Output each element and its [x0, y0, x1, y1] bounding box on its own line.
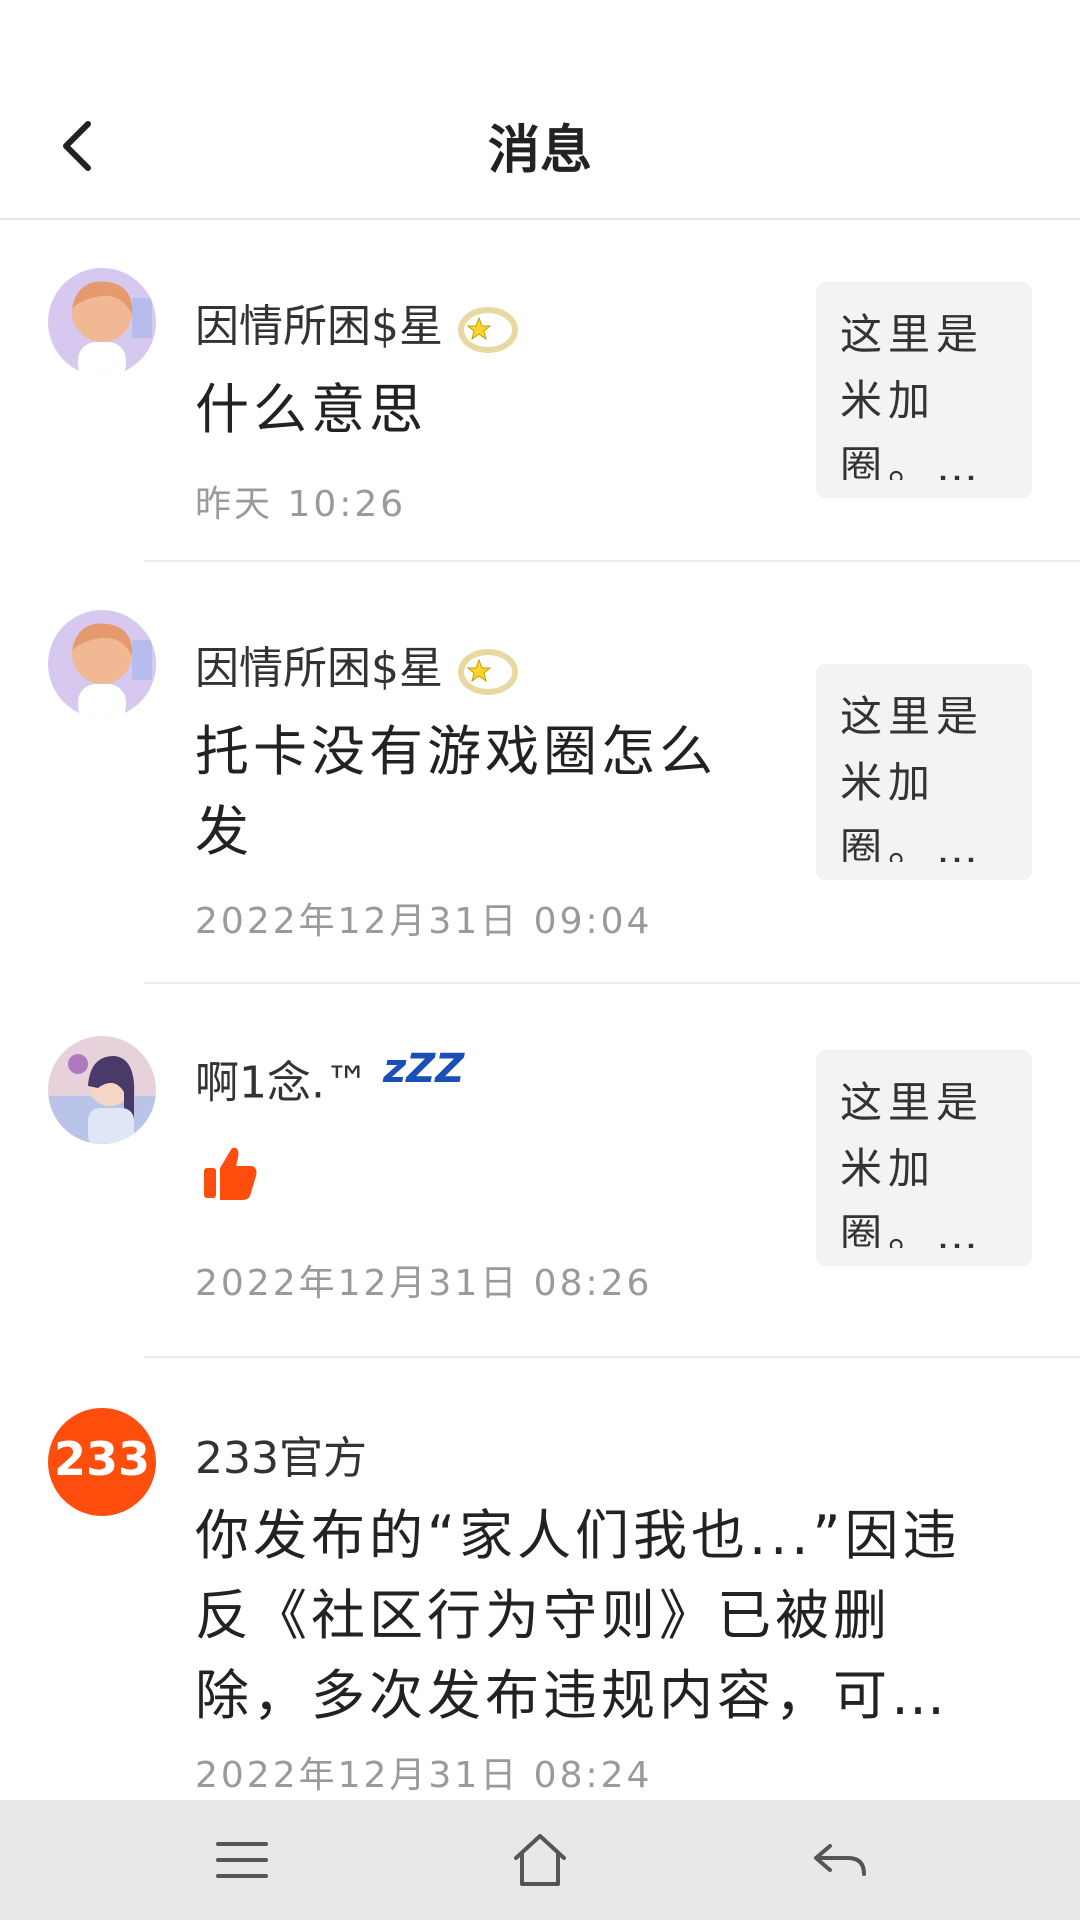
- message-text: 托卡没有游戏圈怎么发: [195, 720, 717, 863]
- message-text: 你发布的“家人们我也...”因违反《社区行为守则》已被删除，多次发布违规内容，可…: [195, 1504, 961, 1727]
- avatar-text: 233: [53, 1432, 151, 1486]
- system-nav-bar: [0, 1800, 1080, 1920]
- zzz-emoji: zZZ: [382, 1046, 465, 1092]
- sender-name: 因情所困$星: [195, 290, 519, 354]
- sender-name: 233官方: [195, 1433, 367, 1484]
- halo-star-icon: [458, 649, 518, 695]
- home-button[interactable]: [508, 1828, 572, 1892]
- message-list[interactable]: 因情所困$星 什么意思 昨天 10:26 这里是米加圈。… 因情所困$星 托卡没…: [0, 220, 1080, 1800]
- avatar[interactable]: [48, 268, 156, 376]
- list-item[interactable]: 因情所困$星 什么意思 昨天 10:26 这里是米加圈。…: [0, 220, 1080, 562]
- avatar[interactable]: [48, 610, 156, 718]
- post-thumbnail[interactable]: 这里是米加圈。…: [816, 664, 1032, 880]
- timestamp: 昨天 10:26: [195, 484, 407, 525]
- sender-name: 啊1念.™ zZZ: [195, 1046, 465, 1109]
- home-icon: [514, 1834, 566, 1886]
- menu-icon: [216, 1842, 268, 1878]
- timestamp: 2022年12月31日 09:04: [195, 901, 653, 942]
- timestamp: 2022年12月31日 08:24: [195, 1755, 653, 1796]
- message-text: 什么意思: [195, 378, 427, 441]
- avatar[interactable]: 233: [48, 1408, 156, 1516]
- nav-back-button[interactable]: [808, 1828, 872, 1892]
- sender-name: 因情所困$星: [195, 632, 519, 696]
- post-thumbnail[interactable]: 这里是米加圈。…: [816, 1050, 1032, 1266]
- halo-star-icon: [458, 307, 518, 353]
- list-item[interactable]: 233 233官方 你发布的“家人们我也...”因违反《社区行为守则》已被删除，…: [0, 1358, 1080, 1800]
- list-item[interactable]: 啊1念.™ zZZ 2022年12月31日 08:26 这里是米加圈。…: [0, 984, 1080, 1358]
- return-icon: [814, 1844, 866, 1876]
- thumbnail-text: 这里是米加圈。…: [840, 1078, 985, 1248]
- header: 消息: [0, 0, 1080, 220]
- menu-button[interactable]: [210, 1828, 274, 1892]
- thumbs-up-icon: [200, 1142, 260, 1206]
- thumbnail-text: 这里是米加圈。…: [840, 310, 985, 480]
- page-title: 消息: [487, 121, 592, 181]
- avatar[interactable]: [48, 1036, 156, 1144]
- thumbnail-text: 这里是米加圈。…: [840, 692, 985, 862]
- post-thumbnail[interactable]: 这里是米加圈。…: [816, 282, 1032, 498]
- list-item[interactable]: 因情所困$星 托卡没有游戏圈怎么发 2022年12月31日 09:04 这里是米…: [0, 562, 1080, 984]
- timestamp: 2022年12月31日 08:26: [195, 1263, 653, 1304]
